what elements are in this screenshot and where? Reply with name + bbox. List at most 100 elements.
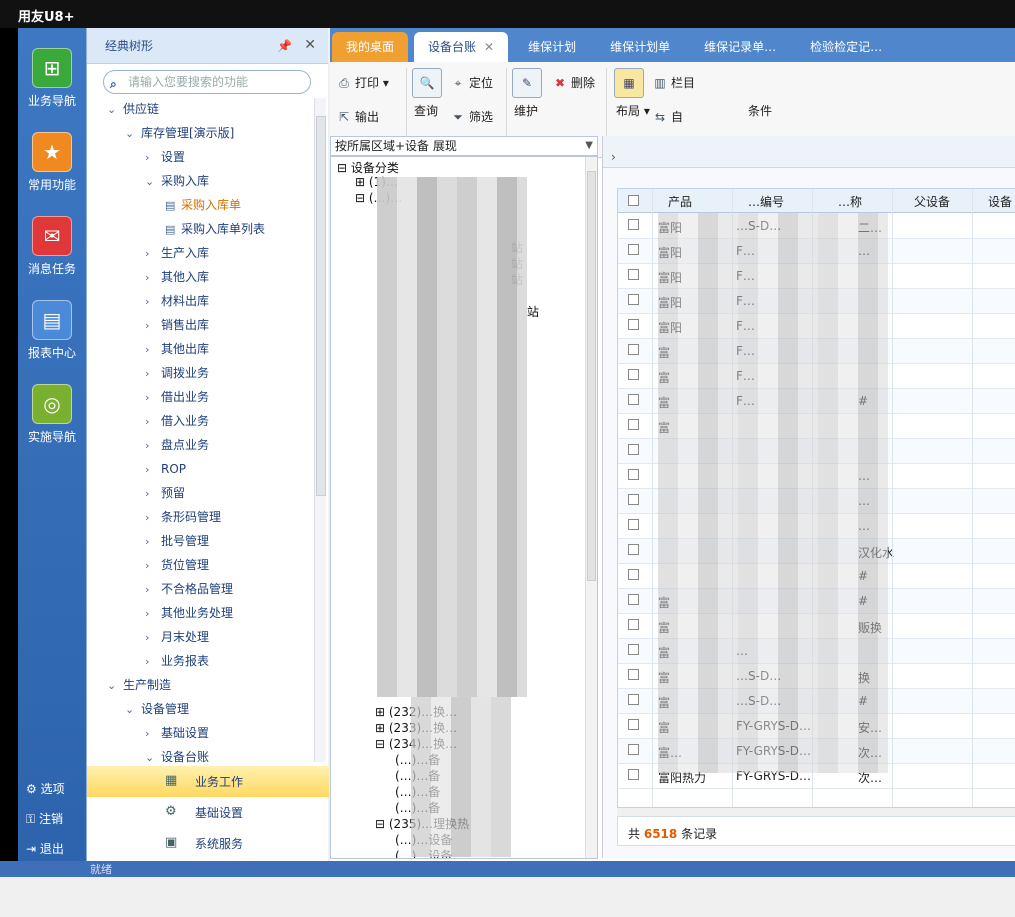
tree-item[interactable]: › 销售出库 [145, 314, 209, 336]
column-header[interactable]: …编号 [748, 193, 784, 210]
close-icon[interactable]: ✕ [484, 40, 494, 54]
tree-item-purchase-in[interactable]: ⌄ 采购入库 [145, 170, 209, 192]
tree-item[interactable]: › 材料出库 [145, 290, 209, 312]
tree-item[interactable]: › 生产入库 [145, 242, 209, 264]
tab-inspection[interactable]: 检验检定记… [796, 32, 896, 62]
select-all-checkbox[interactable] [628, 195, 639, 206]
row-checkbox[interactable] [628, 619, 639, 630]
tree-item[interactable]: › 其他出库 [145, 338, 209, 360]
logout-button[interactable]: ⚿ 注销 [26, 810, 63, 827]
filter-button[interactable]: ⏷ 筛选 [450, 108, 493, 125]
row-checkbox[interactable] [628, 319, 639, 330]
row-checkbox[interactable] [628, 444, 639, 455]
column-header[interactable]: 父设备 [914, 193, 950, 210]
tree-item[interactable]: › 借入业务 [145, 410, 209, 432]
delete-button[interactable]: ✖ 删除 [552, 74, 595, 91]
tree-item[interactable]: › 借出业务 [145, 386, 209, 408]
maintain-button[interactable]: 维护 [514, 102, 538, 119]
tree-item-purchase-receipt-list[interactable]: ▤ 采购入库单列表 [165, 218, 265, 240]
nav-implementation-guide[interactable]: ◎ 实施导航 [18, 384, 86, 445]
module-basic-settings[interactable]: ⚙ 基础设置 [87, 797, 329, 828]
column-button[interactable]: ▥ 栏目 [652, 74, 695, 91]
row-checkbox[interactable] [628, 244, 639, 255]
tree-item[interactable]: › 条形码管理 [145, 506, 221, 528]
close-icon[interactable]: ✕ [304, 37, 316, 53]
row-checkbox[interactable] [628, 344, 639, 355]
row-checkbox[interactable] [628, 294, 639, 305]
nav-report-center[interactable]: ▤ 报表中心 [18, 300, 86, 361]
tree-scrollbar[interactable] [585, 157, 597, 858]
tree-root[interactable]: ⊟ 设备分类 [337, 159, 399, 176]
options-button[interactable]: ⚙ 选项 [26, 780, 65, 797]
pin-icon[interactable]: 📌 [277, 39, 292, 53]
row-checkbox[interactable] [628, 569, 639, 580]
scroll-thumb[interactable] [587, 171, 596, 581]
tree-item-manufacturing[interactable]: ⌄ 生产制造 [107, 674, 171, 696]
locate-button[interactable]: ⌖ 定位 [450, 74, 493, 91]
tree-item[interactable]: › 业务报表 [145, 650, 209, 672]
row-checkbox[interactable] [628, 544, 639, 555]
column-header[interactable]: 产品 [668, 193, 692, 210]
query-button[interactable]: 查询 [414, 102, 438, 119]
tab-maintenance-plan-form[interactable]: 维保计划单 [596, 32, 684, 62]
column-header[interactable]: …称 [838, 193, 862, 210]
layout-button[interactable]: 布局 ▾ [616, 102, 650, 119]
row-checkbox[interactable] [628, 669, 639, 680]
nav-message-tasks[interactable]: ✉ 消息任务 [18, 216, 86, 277]
row-checkbox[interactable] [628, 644, 639, 655]
grid-horizontal-scrollbar[interactable] [617, 808, 1015, 816]
tree-item[interactable]: › 盘点业务 [145, 434, 209, 456]
tree-scrollbar[interactable] [314, 98, 326, 762]
row-checkbox[interactable] [628, 269, 639, 280]
tab-maintenance-record[interactable]: 维保记录单… [690, 32, 790, 62]
print-button[interactable]: ⎙ 打印 ▾ [336, 74, 389, 91]
row-checkbox[interactable] [628, 494, 639, 505]
nav-common-functions[interactable]: ★ 常用功能 [18, 132, 86, 193]
tree-item[interactable]: › 不合格品管理 [145, 578, 233, 600]
tree-node[interactable]: 站 [527, 303, 539, 320]
tree-item[interactable]: › 月末处理 [145, 626, 209, 648]
tree-item[interactable]: › 其他入库 [145, 266, 209, 288]
row-checkbox[interactable] [628, 369, 639, 380]
scroll-thumb[interactable] [316, 116, 326, 496]
row-checkbox[interactable] [628, 469, 639, 480]
main-area: 我的桌面 设备台账 ✕ 维保计划 维保计划单 维保记录单… 检验检定记… ⎙ 打印 … [330, 28, 1015, 861]
row-checkbox[interactable] [628, 719, 639, 730]
auto-button[interactable]: ⇆ 自 [652, 108, 683, 125]
tab-maintenance-plan[interactable]: 维保计划 [514, 32, 590, 62]
exit-button[interactable]: ⇥ 退出 [26, 840, 64, 857]
row-checkbox[interactable] [628, 769, 639, 780]
tree-item[interactable]: › 批号管理 [145, 530, 209, 552]
tab-desktop[interactable]: 我的桌面 [332, 32, 409, 62]
tree-item-equipment-ledger[interactable]: ⌄ 设备台账 [145, 746, 209, 768]
row-checkbox[interactable] [628, 419, 639, 430]
function-search-input[interactable]: ⌕ 请输入您要搜索的功能 [103, 70, 311, 94]
tree-item[interactable]: › 基础设置 [145, 722, 209, 744]
nav-business-guide[interactable]: ⊞ 业务导航 [18, 48, 86, 109]
tree-item[interactable]: › 预留 [145, 482, 185, 504]
row-checkbox[interactable] [628, 519, 639, 530]
business-nav-icon: ⊞ [32, 48, 72, 88]
column-header[interactable]: 设备 [988, 193, 1012, 210]
tree-item-settings[interactable]: › 设置 [145, 146, 185, 168]
condition-button[interactable]: 条件 [748, 102, 772, 119]
export-button[interactable]: ⇱ 输出 [336, 108, 379, 125]
row-checkbox[interactable] [628, 694, 639, 705]
tree-item[interactable]: › 其他业务处理 [145, 602, 233, 624]
module-business-work[interactable]: ▦ 业务工作 [87, 766, 329, 797]
row-checkbox[interactable] [628, 744, 639, 755]
tree-item[interactable]: › ROP [145, 458, 186, 480]
row-checkbox[interactable] [628, 219, 639, 230]
tree-item-equipment[interactable]: ⌄ 设备管理 [125, 698, 189, 720]
row-checkbox[interactable] [628, 594, 639, 605]
tree-item-inventory[interactable]: ⌄ 库存管理[演示版] [125, 122, 234, 144]
module-system-service[interactable]: ▣ 系统服务 [87, 828, 329, 859]
tree-item[interactable]: › 调拨业务 [145, 362, 209, 384]
display-mode-select[interactable]: 按所属区域+设备 展现 ▼ [330, 136, 598, 156]
row-checkbox[interactable] [628, 394, 639, 405]
chevron-right-icon[interactable]: › [611, 150, 616, 164]
tree-item-supply-chain[interactable]: ⌄ 供应链 [107, 98, 159, 120]
tree-item-purchase-receipt[interactable]: ▤ 采购入库单 [165, 194, 241, 216]
tree-item[interactable]: › 货位管理 [145, 554, 209, 576]
tab-equipment-ledger[interactable]: 设备台账 ✕ [414, 32, 509, 62]
